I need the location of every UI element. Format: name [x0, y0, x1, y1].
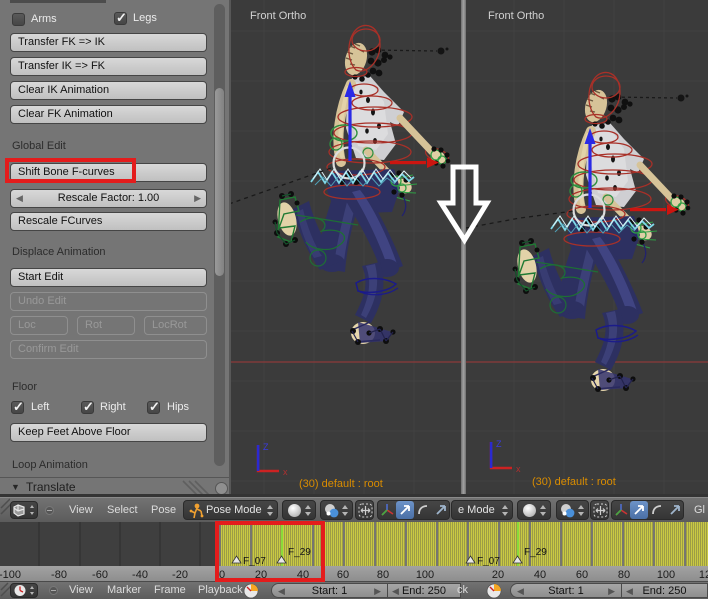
svg-text:60: 60 [337, 569, 349, 581]
svg-text:x: x [516, 464, 521, 474]
svg-text:60: 60 [576, 569, 588, 581]
svg-text:-60: -60 [92, 569, 108, 581]
svg-text:Front Ortho: Front Ortho [488, 10, 544, 22]
svg-text:F_29: F_29 [524, 547, 547, 558]
svg-text:-100: -100 [0, 569, 21, 581]
svg-text:Front Ortho: Front Ortho [250, 10, 306, 22]
svg-text:12: 12 [699, 569, 708, 581]
svg-text:-20: -20 [172, 569, 188, 581]
svg-text:-80: -80 [51, 569, 67, 581]
svg-text:100: 100 [657, 569, 675, 581]
svg-text:(30) default : root: (30) default : root [532, 476, 616, 488]
svg-text:F_07: F_07 [477, 556, 500, 566]
svg-text:80: 80 [377, 569, 389, 581]
svg-text:Z: Z [496, 439, 502, 449]
svg-text:40: 40 [534, 569, 546, 581]
svg-text:100: 100 [416, 569, 434, 581]
svg-text:-40: -40 [132, 569, 148, 581]
svg-text:20: 20 [492, 569, 504, 581]
svg-text:(30) default : root: (30) default : root [299, 478, 383, 490]
svg-text:80: 80 [618, 569, 630, 581]
svg-text:Z: Z [263, 442, 269, 452]
svg-text:x: x [283, 467, 288, 477]
